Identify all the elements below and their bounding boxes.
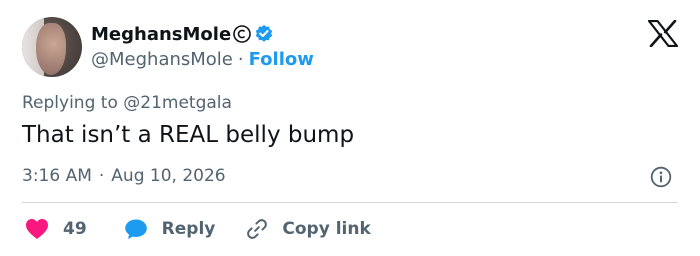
divider — [22, 202, 678, 203]
copy-link-button[interactable]: Copy link — [246, 218, 371, 240]
like-count: 49 — [63, 219, 87, 239]
replying-to-prefix: Replying to — [22, 93, 124, 113]
verified-badge-icon — [254, 24, 274, 44]
replying-to: Replying to @21metgala — [22, 93, 232, 113]
reply-bubble-icon — [124, 218, 148, 240]
avatar[interactable] — [22, 17, 82, 77]
author-handle-row: @MeghansMole · Follow — [91, 47, 314, 71]
author-handle[interactable]: @MeghansMole — [91, 49, 233, 70]
tweet-timestamp[interactable]: 3:16 AM · Aug 10, 2026 — [22, 166, 226, 186]
heart-icon — [25, 218, 49, 240]
author-name-row: MeghansMole — [91, 22, 274, 46]
author-display-name[interactable]: MeghansMole — [91, 24, 231, 45]
tweet-text: That isn’t a REAL belly bump — [22, 122, 355, 148]
tweet-time: 3:16 AM — [22, 166, 92, 186]
copy-link-label: Copy link — [282, 219, 371, 239]
link-icon — [246, 218, 268, 240]
meta-separator: · — [98, 166, 105, 186]
tweet-date: Aug 10, 2026 — [111, 166, 226, 186]
like-button[interactable]: 49 — [25, 218, 87, 240]
reply-button[interactable]: Reply — [124, 218, 216, 240]
copyright-icon — [233, 25, 251, 43]
avatar-face — [36, 23, 66, 75]
reply-label: Reply — [161, 219, 216, 239]
follow-button[interactable]: Follow — [249, 49, 314, 70]
replying-to-handle[interactable]: @21metgala — [123, 93, 232, 113]
action-bar: 49 Reply Copy link — [22, 216, 371, 242]
info-icon[interactable] — [650, 166, 672, 188]
x-logo-icon[interactable] — [647, 19, 679, 48]
handle-separator: · — [237, 48, 244, 70]
